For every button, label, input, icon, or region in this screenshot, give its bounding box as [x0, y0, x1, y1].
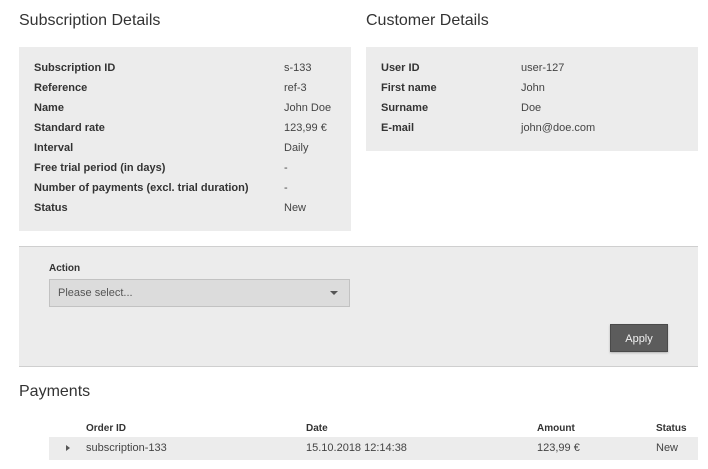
customer-details-title: Customer Details: [366, 12, 489, 29]
customer-value: john@doe.com: [521, 122, 596, 134]
customer-label: First name: [381, 82, 437, 94]
action-select[interactable]: Please select...: [49, 279, 350, 307]
subscription-label: Reference: [34, 82, 88, 94]
subscription-value: -: [284, 182, 288, 194]
chevron-down-icon: [330, 291, 338, 295]
column-header-date: Date: [306, 423, 328, 434]
customer-row-surname: Surname Doe: [366, 98, 698, 118]
subscription-label: Interval: [34, 142, 74, 154]
subscription-value: -: [284, 162, 288, 174]
subscription-value: Daily: [284, 142, 309, 154]
customer-row-first-name: First name John: [366, 78, 698, 98]
subscription-row-name: Name John Doe: [19, 98, 351, 118]
subscription-row-payments-count: Number of payments (excl. trial duration…: [19, 178, 351, 198]
action-panel: Action Please select... Apply: [19, 246, 698, 367]
action-label: Action: [49, 263, 81, 274]
subscription-value: s-133: [284, 62, 312, 74]
subscription-value: 123,99 €: [284, 122, 327, 134]
customer-value: John: [521, 82, 545, 94]
customer-value: Doe: [521, 102, 542, 114]
subscription-value: ref-3: [284, 82, 307, 94]
subscription-details-title: Subscription Details: [19, 12, 161, 29]
column-header-status: Status: [656, 423, 687, 434]
subscription-label: Free trial period (in days): [34, 162, 166, 174]
cell-status: New: [656, 442, 679, 454]
subscription-label: Name: [34, 102, 64, 114]
cell-date: 15.10.2018 12:14:38: [306, 442, 407, 454]
customer-row-user-id: User ID user-127: [366, 58, 698, 78]
customer-details-panel: User ID user-127 First name John Surname…: [366, 47, 698, 151]
subscription-label: Status: [34, 202, 68, 214]
customer-label: Surname: [381, 102, 429, 114]
customer-label: User ID: [381, 62, 420, 74]
chevron-right-icon[interactable]: [66, 445, 70, 451]
customer-value: user-127: [521, 62, 565, 74]
subscription-value: New: [284, 202, 307, 214]
subscription-row-trial: Free trial period (in days) -: [19, 158, 351, 178]
subscription-value: John Doe: [284, 102, 332, 114]
customer-label: E-mail: [381, 122, 415, 134]
table-row[interactable]: subscription-133 15.10.2018 12:14:38 123…: [49, 437, 698, 460]
action-select-value: Please select...: [58, 287, 133, 299]
subscription-details-panel: Subscription ID s-133 Reference ref-3 Na…: [19, 47, 351, 231]
subscription-row-status: Status New: [19, 198, 351, 218]
subscription-row-rate: Standard rate 123,99 €: [19, 118, 351, 138]
subscription-row-reference: Reference ref-3: [19, 78, 351, 98]
customer-row-email: E-mail john@doe.com: [366, 118, 698, 138]
subscription-label: Subscription ID: [34, 62, 116, 74]
subscription-row-interval: Interval Daily: [19, 138, 351, 158]
apply-button[interactable]: Apply: [610, 324, 668, 352]
subscription-label: Standard rate: [34, 122, 105, 134]
cell-order-id: subscription-133: [86, 442, 167, 454]
column-header-order-id: Order ID: [86, 423, 127, 434]
payments-title: Payments: [19, 383, 91, 400]
cell-amount: 123,99 €: [537, 442, 580, 454]
subscription-row-id: Subscription ID s-133: [19, 58, 351, 78]
subscription-label: Number of payments (excl. trial duration…: [34, 182, 249, 194]
column-header-amount: Amount: [537, 423, 575, 434]
